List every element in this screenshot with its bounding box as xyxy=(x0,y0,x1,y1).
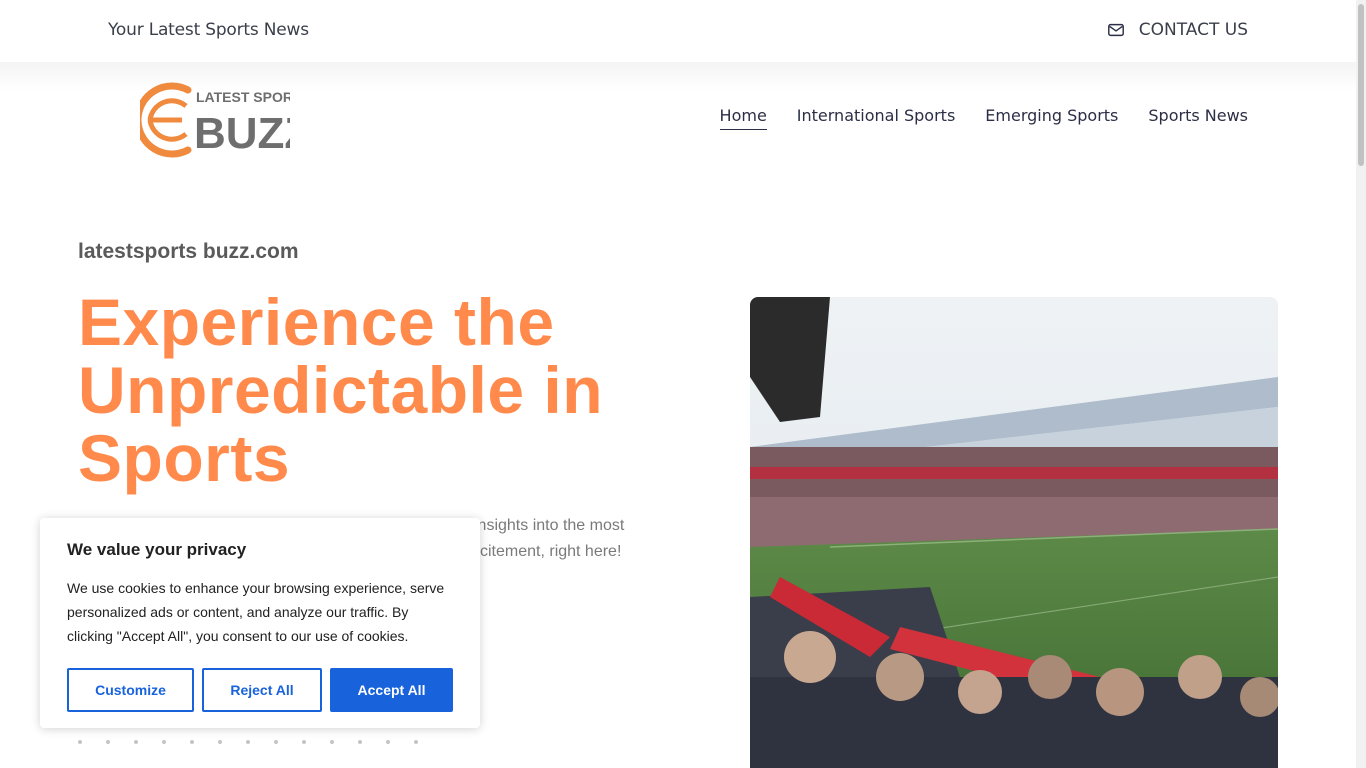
logo-line1: LATEST SPORTS xyxy=(196,89,290,105)
decorative-dots xyxy=(78,740,418,744)
logo-line2: BUZZ xyxy=(194,109,290,158)
site-logo[interactable]: LATEST SPORTS BUZZ xyxy=(140,82,290,158)
reject-all-button[interactable]: Reject All xyxy=(202,668,322,712)
headline-line-1: Experience the xyxy=(78,285,555,359)
ball-logo-icon xyxy=(140,82,192,158)
cookie-buttons: Customize Reject All Accept All xyxy=(67,668,453,712)
cookie-body: We use cookies to enhance your browsing … xyxy=(67,580,445,644)
headline-line-3: Sports xyxy=(78,421,291,495)
site-tagline: Your Latest Sports News xyxy=(108,20,309,40)
accept-all-button[interactable]: Accept All xyxy=(330,668,453,712)
top-bar: Your Latest Sports News CONTACT US xyxy=(0,0,1356,62)
site-header: LATEST SPORTS BUZZ Home International Sp… xyxy=(0,62,1356,172)
headline-line-2: Unpredictable in xyxy=(78,353,604,427)
page-scrollbar[interactable] xyxy=(1356,0,1366,768)
customize-button[interactable]: Customize xyxy=(67,668,194,712)
cookie-consent-banner: We value your privacy We use cookies to … xyxy=(40,518,480,728)
scrollbar-thumb[interactable] xyxy=(1358,4,1364,166)
hero-headline: Experience the Unpredictable in Sports xyxy=(78,288,678,492)
main-nav: Home International Sports Emerging Sport… xyxy=(719,106,1248,130)
contact-us-label: CONTACT US xyxy=(1138,20,1248,40)
nav-emerging-sports[interactable]: Emerging Sports xyxy=(985,106,1118,130)
nav-sports-news[interactable]: Sports News xyxy=(1148,106,1248,130)
contact-us-link[interactable]: CONTACT US xyxy=(1107,20,1248,40)
stadium-photo xyxy=(750,297,1278,768)
nav-international-sports[interactable]: International Sports xyxy=(797,106,956,130)
cookie-title: We value your privacy xyxy=(67,540,247,559)
envelope-icon xyxy=(1107,23,1124,37)
nav-home[interactable]: Home xyxy=(719,106,767,130)
hero-subtitle: latestsports buzz.com xyxy=(78,240,299,263)
